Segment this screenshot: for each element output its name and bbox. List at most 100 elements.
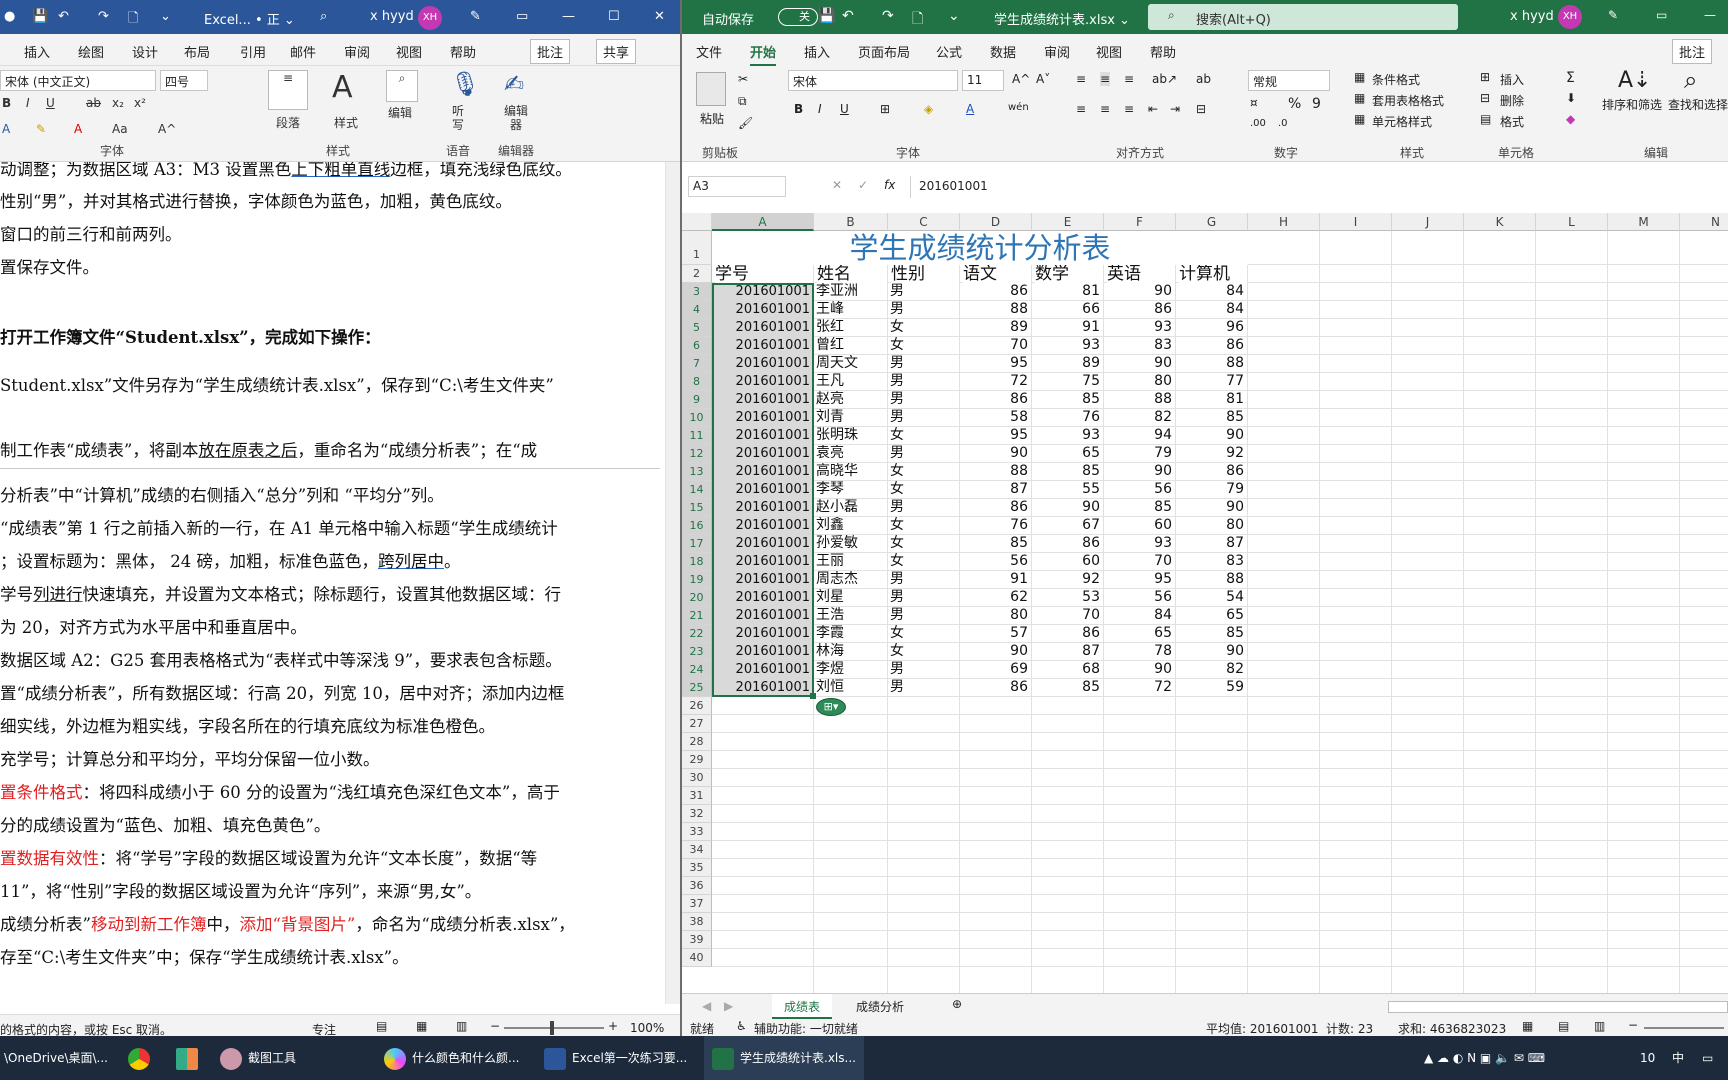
data-cell[interactable]: 90	[1106, 661, 1172, 678]
tab-help[interactable]: 帮助	[1150, 42, 1176, 61]
data-cell[interactable]: 90	[1034, 499, 1100, 516]
data-cell[interactable]: 王凡	[816, 373, 884, 390]
edit-button[interactable]: 编辑	[388, 104, 412, 121]
data-cell[interactable]: 56	[1106, 481, 1172, 498]
tab-home[interactable]: 开始	[750, 42, 777, 66]
tab-formulas[interactable]: 公式	[936, 42, 962, 61]
data-cell[interactable]: 65	[1106, 625, 1172, 642]
data-cell[interactable]: 张红	[816, 319, 884, 336]
data-cell[interactable]: 59	[1178, 679, 1244, 696]
row-header[interactable]: 11	[682, 427, 712, 445]
data-cell[interactable]: 92	[1034, 571, 1100, 588]
data-cell[interactable]: 76	[1034, 409, 1100, 426]
data-cell[interactable]: 男	[890, 661, 956, 678]
microphone-icon[interactable]: 🎙	[450, 70, 480, 98]
find-select-button[interactable]: 查找和选择	[1668, 96, 1728, 113]
data-cell[interactable]: 男	[890, 283, 956, 300]
data-cell[interactable]: 男	[890, 391, 956, 408]
pen-icon[interactable]: ✎	[470, 9, 481, 24]
spreadsheet-grid[interactable]: A B C D E F G H I J K L M N 1 2 3 4 5 6 7 8 9 10 11 12 13 14 15 16 17 1…	[682, 213, 1728, 993]
column-header[interactable]: K	[1464, 213, 1536, 231]
data-cell[interactable]: 87	[1178, 535, 1244, 552]
data-cell[interactable]: 93	[1034, 337, 1100, 354]
function-icon[interactable]: fx	[884, 178, 895, 192]
taskbar-item-excel[interactable]: 学生成绩统计表.xls...	[704, 1036, 864, 1080]
data-cell[interactable]: 男	[890, 409, 956, 426]
focus-button[interactable]: 专注	[312, 1021, 336, 1036]
row-header[interactable]: 26	[682, 697, 712, 715]
row-header[interactable]: 16	[682, 517, 712, 535]
data-cell[interactable]: 女	[890, 643, 956, 660]
name-box[interactable]: A3	[688, 176, 786, 197]
data-cell[interactable]: 王峰	[816, 301, 884, 318]
data-cell[interactable]: 86	[962, 679, 1028, 696]
change-case-icon[interactable]: Aa	[112, 122, 128, 136]
row-header[interactable]: 14	[682, 481, 712, 499]
row-header[interactable]: 33	[682, 823, 712, 841]
data-cell[interactable]: 90	[1106, 463, 1172, 480]
data-cell[interactable]: 90	[1178, 499, 1244, 516]
taskbar-item-browser[interactable]: 什么颜色和什么颜...	[384, 1036, 519, 1080]
row-header[interactable]: 9	[682, 391, 712, 409]
data-cell[interactable]: 85	[1034, 391, 1100, 408]
data-cell[interactable]: 60	[1034, 553, 1100, 570]
row-header[interactable]: 3	[682, 283, 712, 301]
data-cell[interactable]: 86	[962, 283, 1028, 300]
web-layout-icon[interactable]: ▥	[456, 1019, 467, 1033]
save-icon[interactable]: 💾	[32, 9, 48, 24]
data-cell[interactable]: 201601001	[714, 283, 810, 300]
row-header[interactable]: 2	[682, 265, 712, 283]
data-cell[interactable]: 201601001	[714, 625, 810, 642]
data-cell[interactable]: 李亚洲	[816, 283, 884, 300]
tab-draw[interactable]: 绘图	[78, 42, 104, 61]
tab-data[interactable]: 数据	[990, 42, 1016, 61]
data-cell[interactable]: 201601001	[714, 535, 810, 552]
data-cell[interactable]: 赵亮	[816, 391, 884, 408]
tab-layout[interactable]: 布局	[184, 42, 210, 61]
taskbar-item-word[interactable]: Excel第一次练习要...	[544, 1036, 687, 1080]
column-header[interactable]: M	[1608, 213, 1680, 231]
italic-button[interactable]: I	[818, 102, 822, 116]
data-cell[interactable]: 女	[890, 517, 956, 534]
strike-button[interactable]: ab	[86, 96, 101, 110]
data-cell[interactable]: 201601001	[714, 463, 810, 480]
data-cell[interactable]: 86	[1034, 535, 1100, 552]
data-cell[interactable]: 60	[1106, 517, 1172, 534]
cond-format-icon[interactable]: ▦	[1354, 70, 1365, 84]
data-cell[interactable]: 李霞	[816, 625, 884, 642]
data-cell[interactable]: 201601001	[714, 481, 810, 498]
data-cell[interactable]: 90	[962, 445, 1028, 462]
data-cell[interactable]: 201601001	[714, 499, 810, 516]
align-bottom-icon[interactable]: ≡	[1124, 72, 1134, 86]
format-painter-icon[interactable]: 🖌	[738, 116, 753, 130]
decrease-decimal-icon[interactable]: .0	[1278, 118, 1288, 129]
data-cell[interactable]: 86	[962, 391, 1028, 408]
data-cell[interactable]: 95	[962, 427, 1028, 444]
row-header[interactable]: 5	[682, 319, 712, 337]
data-cell[interactable]: 57	[962, 625, 1028, 642]
data-cell[interactable]: 81	[1034, 283, 1100, 300]
tab-review[interactable]: 审阅	[1044, 42, 1070, 61]
column-header[interactable]: C	[888, 213, 960, 231]
data-cell[interactable]: 85	[1178, 409, 1244, 426]
data-cell[interactable]: 53	[1034, 589, 1100, 606]
subscript-button[interactable]: x₂	[112, 96, 124, 110]
start-grid-icon[interactable]	[176, 1036, 204, 1080]
data-cell[interactable]: 88	[962, 463, 1028, 480]
data-cell[interactable]: 80	[1106, 373, 1172, 390]
redo-icon[interactable]: ↷	[882, 8, 894, 24]
font-size-select[interactable]: 11	[962, 70, 1004, 91]
align-right-icon[interactable]: ≡	[1124, 102, 1134, 116]
horizontal-scrollbar[interactable]	[1388, 1001, 1728, 1013]
row-header[interactable]: 34	[682, 841, 712, 859]
data-cell[interactable]: 65	[1178, 607, 1244, 624]
style-icon[interactable]: A	[332, 70, 353, 105]
align-top-icon[interactable]: ≡	[1076, 72, 1086, 86]
data-cell[interactable]: 女	[890, 319, 956, 336]
data-cell[interactable]: 女	[890, 535, 956, 552]
column-header[interactable]: G	[1176, 213, 1248, 231]
row-header[interactable]: 17	[682, 535, 712, 553]
percent-icon[interactable]: %	[1288, 96, 1301, 112]
row-header[interactable]: 31	[682, 787, 712, 805]
bold-button[interactable]: B	[2, 96, 11, 110]
